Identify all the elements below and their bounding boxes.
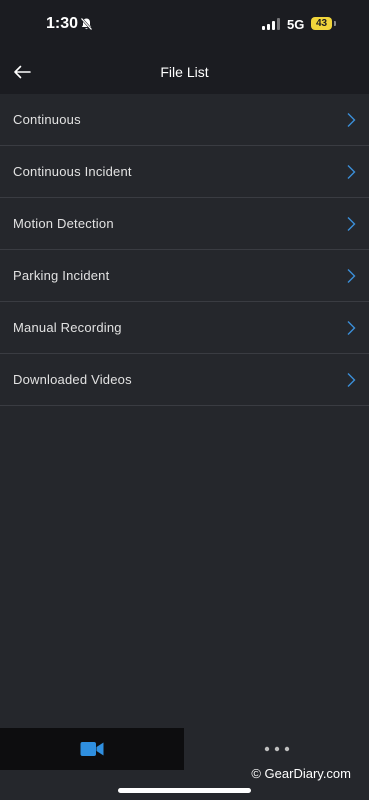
list-item-downloaded-videos[interactable]: Downloaded Videos [0, 354, 369, 406]
chevron-right-icon [347, 320, 356, 335]
chevron-right-icon [347, 372, 356, 387]
list-item-continuous-incident[interactable]: Continuous Incident [0, 146, 369, 198]
bell-slash-icon [80, 17, 93, 36]
video-camera-icon [80, 742, 104, 756]
list-item-label: Continuous Incident [13, 164, 132, 179]
watermark: © GearDiary.com [251, 766, 351, 781]
nav-bar: File List [0, 50, 369, 94]
tab-more[interactable] [184, 728, 369, 770]
tab-camera[interactable] [0, 728, 184, 770]
file-list: Continuous Continuous Incident Motion De… [0, 94, 369, 406]
list-item-continuous[interactable]: Continuous [0, 94, 369, 146]
list-item-label: Continuous [13, 112, 81, 127]
chevron-right-icon [347, 216, 356, 231]
list-item-label: Manual Recording [13, 320, 122, 335]
list-item-label: Downloaded Videos [13, 372, 132, 387]
list-item-label: Parking Incident [13, 268, 110, 283]
status-bar: 1:30 5G 43 [0, 0, 369, 50]
list-item-parking-incident[interactable]: Parking Incident [0, 250, 369, 302]
chevron-right-icon [347, 268, 356, 283]
signal-icon [262, 18, 280, 30]
network-type: 5G [287, 17, 305, 32]
home-indicator[interactable] [118, 788, 251, 793]
chevron-right-icon [347, 164, 356, 179]
page-title: File List [160, 64, 209, 80]
battery-cap [334, 21, 336, 26]
battery-icon: 43 [311, 17, 332, 30]
status-time: 1:30 [46, 15, 79, 32]
more-dots-icon [264, 746, 289, 752]
list-item-manual-recording[interactable]: Manual Recording [0, 302, 369, 354]
chevron-right-icon [347, 112, 356, 127]
list-item-motion-detection[interactable]: Motion Detection [0, 198, 369, 250]
list-item-label: Motion Detection [13, 216, 114, 231]
tab-bar [0, 728, 369, 770]
